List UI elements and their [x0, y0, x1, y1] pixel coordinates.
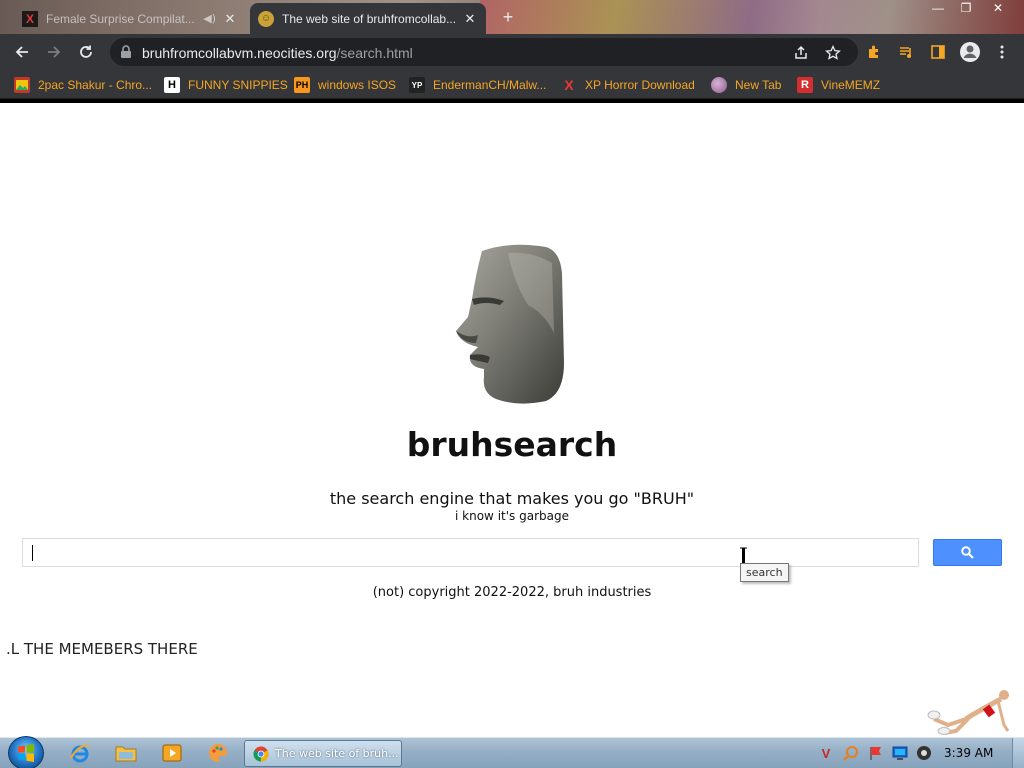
bookmark-label: 2pac Shakur - Chro... [38, 78, 153, 92]
bookmark-label: EndermanCH/Malw... [433, 78, 547, 92]
bookmark-item[interactable]: 2pac Shakur - Chro... [14, 75, 152, 95]
share-icon [795, 45, 807, 59]
bookmark-item[interactable]: New Tab [711, 75, 781, 95]
extensions-button[interactable] [862, 40, 886, 64]
ph-logo-icon: PH [294, 77, 310, 93]
media-control-button[interactable] [894, 40, 918, 64]
tab-favicon-x-icon: X [22, 10, 38, 27]
back-arrow-icon [15, 46, 28, 58]
tab-title: The web site of bruhfromcollab... [282, 11, 457, 26]
search-button[interactable] [933, 539, 1002, 566]
folder-icon [115, 746, 137, 762]
bookmark-label: XP Horror Download [585, 78, 695, 92]
address-bar[interactable]: bruhfromcollabvm.neocities.org/search.ht… [110, 38, 858, 66]
palette-icon [209, 744, 227, 762]
media-player-icon [162, 744, 182, 762]
tab-strip: X Female Surprise Compilat... ◀) ✕ ☺ The… [0, 0, 1024, 34]
bookmark-star-button[interactable] [824, 44, 842, 62]
volume-tray-icon[interactable] [916, 745, 932, 761]
reload-button[interactable] [74, 40, 98, 64]
close-window-button[interactable]: ✕ [984, 0, 1012, 18]
site-logo-title: bruhsearch [406, 425, 618, 464]
browser-toolbar: bruhfromcollabvm.neocities.org/search.ht… [0, 34, 1024, 70]
flag-tray-icon[interactable] [868, 745, 884, 761]
text-caret [32, 545, 33, 561]
minimize-button[interactable]: — [924, 0, 952, 18]
share-button[interactable] [792, 44, 810, 62]
antivirus-tray-icon[interactable]: V [818, 745, 834, 761]
display-tray-icon[interactable] [892, 745, 908, 761]
new-tab-button[interactable]: + [496, 6, 520, 28]
tab-close-icon[interactable]: ✕ [222, 11, 238, 27]
tab-inactive[interactable]: X Female Surprise Compilat... ◀) ✕ [14, 3, 246, 34]
site-subtagline: i know it's garbage [455, 509, 569, 523]
bookmark-item[interactable]: X XP Horror Download [561, 75, 695, 95]
side-panel-icon [931, 45, 945, 59]
menu-button[interactable] [990, 40, 1014, 64]
url-host: bruhfromcollabvm.neocities.org [142, 45, 337, 61]
puzzle-icon [869, 45, 878, 58]
bookmark-item[interactable]: H FUNNY SNIPPIES [164, 75, 288, 95]
restore-button[interactable]: ❐ [952, 0, 980, 18]
bookmark-label: New Tab [735, 78, 782, 92]
bookmark-item[interactable]: R VineMEMZ [797, 75, 880, 95]
lock-icon[interactable] [120, 45, 132, 59]
show-desktop-button[interactable] [1012, 738, 1024, 768]
windows-logo-icon [18, 744, 34, 762]
file-explorer-taskbar-button[interactable] [114, 742, 138, 764]
copyright-text: (not) copyright 2022-2022, bruh industri… [372, 585, 652, 600]
tab-favicon-smiley-icon: ☺ [258, 10, 274, 27]
scrolling-marquee-text: .L THE MEMEBERS THERE [6, 640, 198, 658]
h-logo-icon: H [164, 77, 180, 93]
taskbar-app-label: The web site of bruh... [275, 747, 399, 760]
exercising-figure-gif [927, 690, 1010, 735]
bookmark-item[interactable]: YP EndermanCH/Malw... [409, 75, 546, 95]
back-button[interactable] [10, 40, 34, 64]
globe-icon [711, 77, 727, 93]
search-tool-tray-icon[interactable] [843, 745, 859, 761]
avatar-icon [960, 42, 980, 62]
chrome-taskbar-button[interactable]: The web site of bruh... [244, 740, 402, 767]
yp-logo-icon: YP [409, 77, 425, 93]
internet-explorer-taskbar-button[interactable] [68, 742, 92, 764]
bookmark-label: FUNNY SNIPPIES [188, 78, 288, 92]
site-tagline: the search engine that makes you go "BRU… [329, 489, 695, 508]
bookmarks-bar: 2pac Shakur - Chro... H FUNNY SNIPPIES P… [0, 70, 1024, 99]
paint-taskbar-button[interactable] [206, 742, 230, 764]
url-path: /search.html [336, 45, 413, 61]
internet-explorer-icon [70, 744, 90, 763]
bookmark-label: windows ISOS [318, 78, 397, 92]
tab-close-icon[interactable]: ✕ [462, 11, 478, 27]
start-button[interactable] [8, 736, 44, 768]
search-icon [961, 546, 974, 559]
moai-head-image [456, 244, 564, 404]
forward-arrow-icon [48, 46, 61, 58]
profile-button[interactable] [958, 40, 982, 64]
star-icon [825, 45, 841, 60]
windows-taskbar: The web site of bruh... V 3:39 AM [0, 736, 1024, 768]
web-page: bruhsearch the search engine that makes … [0, 103, 1024, 737]
bookmark-item[interactable]: PH windows ISOS [294, 75, 396, 95]
chrome-logo-icon [253, 746, 269, 761]
address-url: bruhfromcollabvm.neocities.org/search.ht… [142, 45, 413, 61]
playlist-icon [900, 47, 911, 58]
x-logo-icon: X [564, 77, 574, 93]
bookmark-label: VineMEMZ [821, 78, 881, 92]
side-panel-button[interactable] [926, 40, 950, 64]
kebab-menu-icon [1000, 45, 1004, 59]
forward-button[interactable] [42, 40, 66, 64]
search-tooltip: search [740, 563, 789, 582]
reload-icon [80, 45, 92, 58]
media-player-taskbar-button[interactable] [160, 742, 184, 764]
tab-active[interactable]: ☺ The web site of bruhfromcollab... ✕ [250, 3, 486, 34]
r-logo-icon: R [797, 77, 813, 93]
image-bookmark-icon [14, 77, 30, 93]
tab-title: Female Surprise Compilat... [46, 11, 195, 26]
audio-playing-icon[interactable]: ◀) [203, 12, 216, 25]
taskbar-clock[interactable]: 3:39 AM [944, 746, 993, 760]
